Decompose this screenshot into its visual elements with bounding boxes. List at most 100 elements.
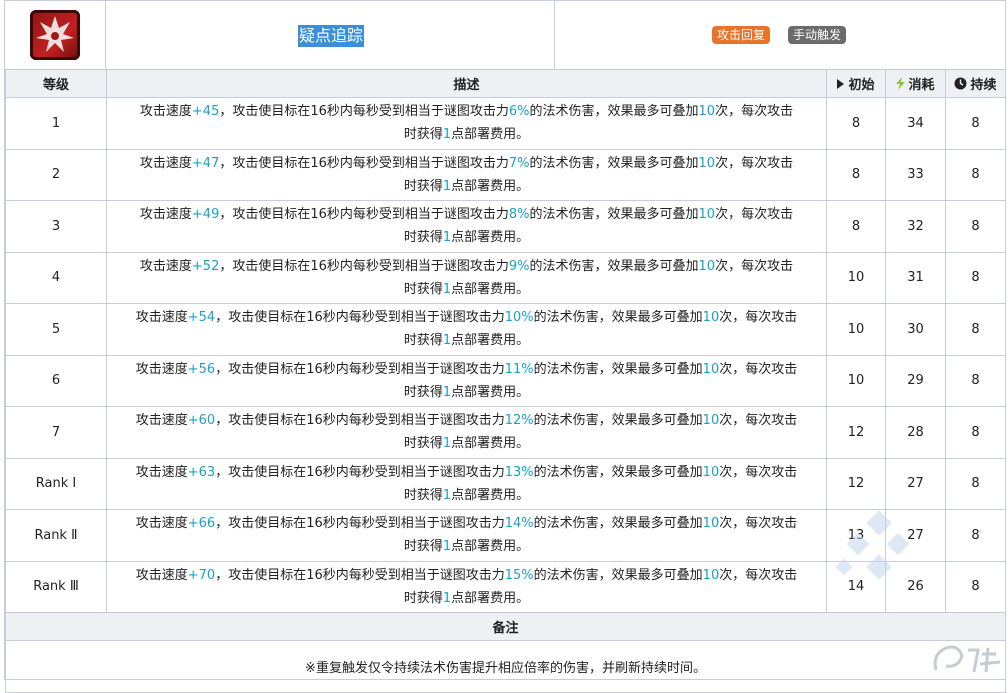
skill-level-table: 等级 描述 初始 消耗 持续 1 攻击速度+45，攻击使目标在16秒内每秒受到相当… <box>5 69 1006 693</box>
initial-sp-cell: 10 <box>826 251 886 304</box>
description-d2: ，攻击使目标在16秒内每秒受到相当于谜图攻击力 <box>215 516 505 532</box>
description-v1: +49 <box>191 207 220 223</box>
description-d3: 的法术伤害，效果最多可叠加 <box>529 258 699 274</box>
skill-header: 疑点追踪 攻击回复 手动触发 <box>5 1 1005 70</box>
description-v3: 10 <box>702 464 720 480</box>
description-v4: 1 <box>442 281 452 297</box>
sp-cost-cell: 32 <box>885 200 946 253</box>
level-cell: 4 <box>5 251 107 304</box>
description-d5: 时获得 <box>403 487 443 503</box>
description-v3: 10 <box>702 310 720 326</box>
description-d4: 次，每次攻击 <box>715 155 794 171</box>
description-d1: 攻击速度 <box>139 104 192 120</box>
table-row: 5 攻击速度+54，攻击使目标在16秒内每秒受到相当于谜图攻击力10%的法术伤害，… <box>5 303 1006 356</box>
description-d5: 时获得 <box>403 333 443 349</box>
description-v2: 12% <box>504 413 534 429</box>
description-d2: ，攻击使目标在16秒内每秒受到相当于谜图攻击力 <box>219 207 509 223</box>
level-cell: Rank Ⅲ <box>5 560 107 613</box>
table-header-row: 等级 描述 初始 消耗 持续 <box>5 69 1006 98</box>
description-v4: 1 <box>442 127 452 143</box>
play-icon <box>837 79 845 89</box>
skill-icon-cell <box>5 1 106 69</box>
duration-cell: 8 <box>945 560 1006 613</box>
table-row: 7 攻击速度+60，攻击使目标在16秒内每秒受到相当于谜图攻击力12%的法术伤害，… <box>5 406 1006 459</box>
description-v1: +47 <box>191 155 220 171</box>
description-d6: 点部署费用。 <box>451 281 530 297</box>
level-cell: 1 <box>5 97 107 150</box>
description-v1: +56 <box>187 361 216 377</box>
description-v3: 10 <box>702 567 720 583</box>
description-d2: ，攻击使目标在16秒内每秒受到相当于谜图攻击力 <box>215 413 505 429</box>
description-d2: ，攻击使目标在16秒内每秒受到相当于谜图攻击力 <box>215 361 505 377</box>
description-v3: 10 <box>702 361 720 377</box>
duration-cell: 8 <box>945 406 1006 459</box>
sp-cost-cell: 34 <box>885 97 946 150</box>
description-cell: 攻击速度+56，攻击使目标在16秒内每秒受到相当于谜图攻击力11%的法术伤害，效… <box>106 354 827 407</box>
description-d4: 次，每次攻击 <box>719 413 798 429</box>
description-v4: 1 <box>442 333 452 349</box>
col-header-level: 等级 <box>5 69 107 98</box>
initial-sp-cell: 12 <box>826 406 886 459</box>
description-v2: 6% <box>508 104 530 120</box>
sp-cost-cell: 26 <box>885 560 946 613</box>
notes-header-row: 备注 <box>5 612 1006 641</box>
initial-sp-cell: 12 <box>826 457 886 510</box>
description-v2: 8% <box>508 207 530 223</box>
description-d2: ，攻击使目标在16秒内每秒受到相当于谜图攻击力 <box>215 567 505 583</box>
level-cell: 2 <box>5 148 107 201</box>
description-d1: 攻击速度 <box>135 361 188 377</box>
description-d1: 攻击速度 <box>139 155 192 171</box>
description-d4: 次，每次攻击 <box>715 207 794 223</box>
description-v1: +45 <box>191 104 220 120</box>
description-v2: 11% <box>504 361 534 377</box>
description-d2: ，攻击使目标在16秒内每秒受到相当于谜图攻击力 <box>215 310 505 326</box>
skill-name-cell: 疑点追踪 <box>106 1 555 69</box>
recovery-type-badge: 攻击回复 <box>712 26 771 44</box>
duration-cell: 8 <box>945 457 1006 510</box>
description-d5: 时获得 <box>403 590 443 606</box>
table-row: 1 攻击速度+45，攻击使目标在16秒内每秒受到相当于谜图攻击力6%的法术伤害，效… <box>5 97 1006 150</box>
clock-icon <box>954 77 967 94</box>
description-d1: 攻击速度 <box>139 207 192 223</box>
description-cell: 攻击速度+54，攻击使目标在16秒内每秒受到相当于谜图攻击力10%的法术伤害，效… <box>106 303 827 356</box>
description-d3: 的法术伤害，效果最多可叠加 <box>529 207 699 223</box>
description-v4: 1 <box>442 178 452 194</box>
skill-table-frame: 疑点追踪 攻击回复 手动触发 等级 描述 初始 消耗 持续 1 攻击速度+45，攻… <box>4 0 1006 693</box>
description-v2: 14% <box>504 516 534 532</box>
table-row: Rank Ⅲ 攻击速度+70，攻击使目标在16秒内每秒受到相当于谜图攻击力15%的… <box>5 560 1006 613</box>
description-d6: 点部署费用。 <box>451 178 530 194</box>
sp-cost-cell: 28 <box>885 406 946 459</box>
initial-sp-cell: 8 <box>826 200 886 253</box>
description-v3: 10 <box>702 516 720 532</box>
description-d3: 的法术伤害，效果最多可叠加 <box>529 155 699 171</box>
col-header-duration-label: 持续 <box>970 77 997 93</box>
watermark-logo-icon <box>933 645 1001 673</box>
description-d5: 时获得 <box>403 230 443 246</box>
description-d6: 点部署费用。 <box>451 384 530 400</box>
description-cell: 攻击速度+66，攻击使目标在16秒内每秒受到相当于谜图攻击力14%的法术伤害，效… <box>106 509 827 562</box>
sp-cost-cell: 33 <box>885 148 946 201</box>
description-d1: 攻击速度 <box>139 258 192 274</box>
description-v3: 10 <box>698 207 716 223</box>
description-v3: 10 <box>698 258 716 274</box>
level-cell: Rank Ⅰ <box>5 457 107 510</box>
initial-sp-cell: 10 <box>826 303 886 356</box>
description-v2: 9% <box>508 258 530 274</box>
description-d3: 的法术伤害，效果最多可叠加 <box>533 516 703 532</box>
lightning-icon <box>896 76 906 94</box>
col-header-cost-label: 消耗 <box>908 77 935 93</box>
description-d5: 时获得 <box>403 384 443 400</box>
skill-name[interactable]: 疑点追踪 <box>298 25 365 47</box>
description-d2: ，攻击使目标在16秒内每秒受到相当于谜图攻击力 <box>219 104 509 120</box>
description-d4: 次，每次攻击 <box>719 361 798 377</box>
description-d5: 时获得 <box>403 127 443 143</box>
description-v4: 1 <box>442 590 452 606</box>
description-v1: +54 <box>187 310 216 326</box>
description-d5: 时获得 <box>403 539 443 555</box>
description-d2: ，攻击使目标在16秒内每秒受到相当于谜图攻击力 <box>219 155 509 171</box>
level-cell: 3 <box>5 200 107 253</box>
description-d1: 攻击速度 <box>135 567 188 583</box>
skill-emblem-icon <box>30 10 80 60</box>
duration-cell: 8 <box>945 251 1006 304</box>
description-v2: 10% <box>504 310 534 326</box>
